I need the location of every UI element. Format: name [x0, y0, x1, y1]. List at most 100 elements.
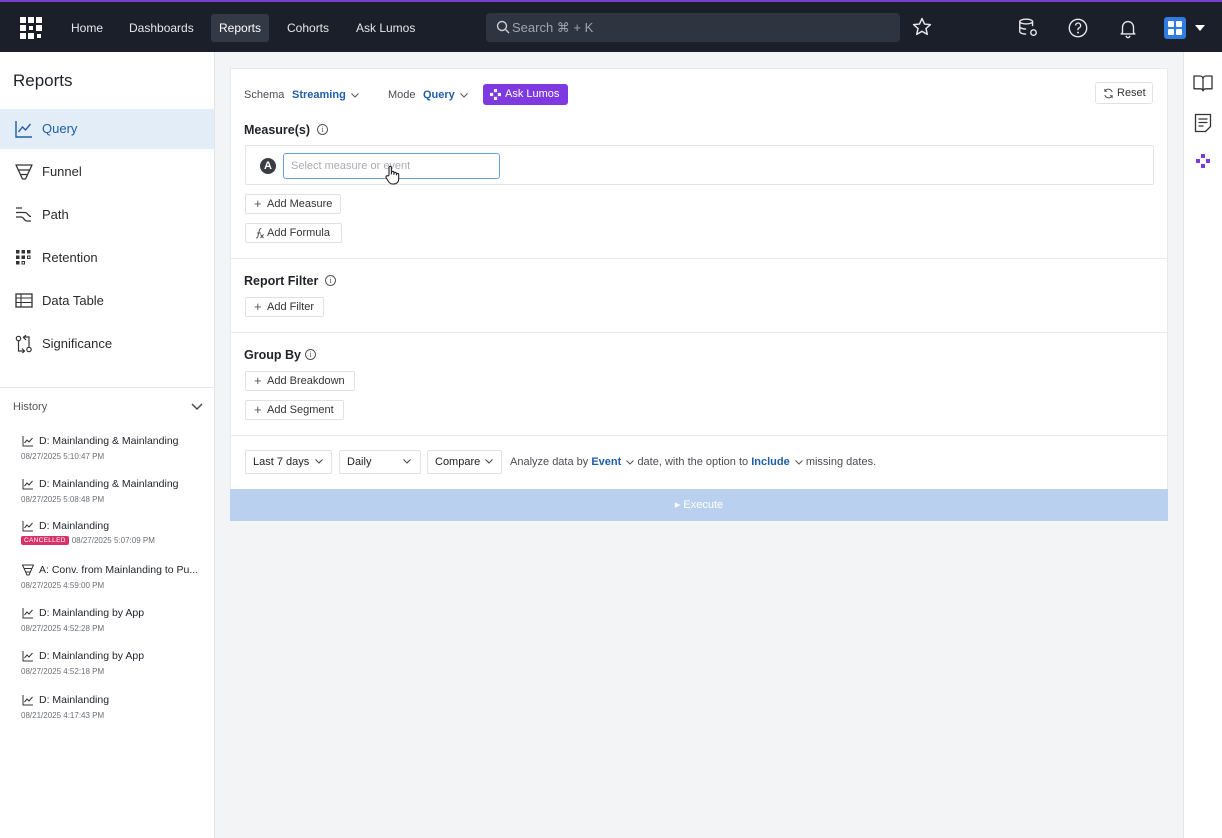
- add-formula-button[interactable]: Add Formula: [245, 223, 342, 243]
- add-breakdown-label: Add Breakdown: [267, 375, 345, 387]
- query-builder-card: Schema Streaming Mode Query Ask Lumos Re…: [230, 68, 1168, 521]
- reports-sidebar: Reports Query Funnel Path Retention Data…: [0, 52, 215, 838]
- notes-icon[interactable]: [1194, 113, 1212, 133]
- lumos-sparkle-icon[interactable]: [1196, 154, 1210, 168]
- sidebar-item-path[interactable]: Path: [0, 195, 214, 235]
- add-breakdown-button[interactable]: + Add Breakdown: [245, 371, 355, 391]
- ask-lumos-button[interactable]: Ask Lumos: [483, 84, 568, 105]
- sidebar-item-retention[interactable]: Retention: [0, 238, 214, 278]
- missing-option-value: Include: [751, 456, 790, 468]
- sidebar-item-data-table[interactable]: Data Table: [0, 281, 214, 321]
- sidebar-item-label: Path: [42, 207, 69, 222]
- line-chart-icon: [15, 121, 32, 138]
- sidebar-title: Reports: [13, 71, 73, 90]
- chevron-down-icon: [459, 92, 468, 98]
- history-heading: History: [13, 401, 48, 413]
- history-item-title: D: Mainlanding & Mainlanding: [39, 478, 179, 490]
- nav-home[interactable]: Home: [63, 14, 111, 42]
- add-segment-button[interactable]: + Add Segment: [245, 400, 344, 420]
- book-open-icon[interactable]: [1193, 74, 1213, 92]
- line-chart-icon: [22, 651, 33, 662]
- history-item-date: 08/27/2025 5:07:09 PM: [71, 536, 155, 545]
- execute-button[interactable]: ▸ Execute: [230, 489, 1168, 521]
- history-item[interactable]: D: Mainlanding & Mainlanding 08/27/2025 …: [0, 478, 214, 518]
- line-chart-icon: [22, 521, 33, 532]
- star-icon[interactable]: [911, 16, 933, 38]
- schema-value: Streaming: [292, 89, 346, 101]
- sentence-part-2: date, with the option to: [637, 456, 749, 468]
- line-chart-icon: [22, 695, 33, 706]
- reset-button[interactable]: Reset: [1095, 82, 1153, 104]
- app-switcher-button[interactable]: [1164, 17, 1186, 39]
- history-item-date: 08/27/2025 4:52:18 PM: [21, 667, 105, 676]
- analyze-by-value: Event: [591, 456, 622, 468]
- analyze-by-select[interactable]: Event: [591, 456, 635, 468]
- nav-reports[interactable]: Reports: [211, 14, 270, 42]
- add-measure-button[interactable]: + Add Measure: [245, 194, 341, 214]
- compare-value: Compare: [435, 456, 481, 468]
- nav-ask-lumos[interactable]: Ask Lumos: [348, 14, 423, 42]
- database-settings-icon[interactable]: [1017, 17, 1039, 39]
- plus-icon: +: [254, 373, 262, 388]
- chevron-down-icon: [626, 459, 635, 465]
- group-by-heading: Group By: [244, 348, 301, 362]
- add-filter-button[interactable]: + Add Filter: [245, 297, 324, 317]
- chevron-down-icon: [315, 459, 323, 464]
- app-logo-icon[interactable]: [20, 17, 42, 39]
- history-item-date: 08/27/2025 4:59:00 PM: [21, 581, 105, 590]
- info-icon[interactable]: i: [325, 275, 336, 286]
- history-item[interactable]: D: Mainlanding CANCELLED 08/27/2025 5:07:…: [0, 520, 214, 560]
- formula-icon: [255, 228, 264, 239]
- add-filter-label: Add Filter: [267, 301, 315, 313]
- history-item-date: 08/21/2025 4:17:43 PM: [21, 711, 105, 720]
- measure-letter-badge: A: [260, 158, 276, 174]
- cancelled-badge: CANCELLED: [21, 536, 69, 545]
- info-icon[interactable]: i: [317, 124, 328, 135]
- info-icon[interactable]: i: [305, 349, 316, 360]
- chevron-down-icon[interactable]: [191, 403, 203, 411]
- history-item[interactable]: A: Conv. from Mainlanding to Pu... 08/27…: [0, 564, 214, 604]
- history-item[interactable]: D: Mainlanding & Mainlanding 08/27/2025 …: [0, 435, 214, 475]
- help-icon[interactable]: [1067, 17, 1089, 39]
- history-item-title: D: Mainlanding & Mainlanding: [39, 435, 179, 447]
- sidebar-item-funnel[interactable]: Funnel: [0, 152, 214, 192]
- sentence-part-3: missing dates.: [805, 456, 877, 468]
- date-range-select[interactable]: Last 7 days: [245, 450, 332, 474]
- chevron-down-icon: [350, 92, 359, 98]
- history-item-title: A: Conv. from Mainlanding to Pu...: [39, 564, 199, 576]
- sidebar-item-significance[interactable]: Significance: [0, 324, 214, 364]
- plus-icon: +: [254, 196, 262, 211]
- add-measure-label: Add Measure: [267, 198, 333, 210]
- sidebar-item-query[interactable]: Query: [0, 109, 214, 149]
- history-item[interactable]: D: Mainlanding by App 08/27/2025 4:52:18…: [0, 650, 214, 690]
- history-item[interactable]: D: Mainlanding by App 08/27/2025 4:52:28…: [0, 607, 214, 647]
- path-icon: [16, 207, 32, 222]
- hand-pointer-cursor-icon: [385, 165, 400, 185]
- schema-select[interactable]: Streaming: [292, 89, 359, 101]
- nav-dashboards[interactable]: Dashboards: [121, 14, 202, 42]
- sidebar-item-label: Funnel: [42, 164, 82, 179]
- chevron-down-icon[interactable]: [1195, 25, 1205, 31]
- refresh-icon: [1104, 88, 1113, 99]
- notifications-bell-icon[interactable]: [1117, 17, 1139, 39]
- history-item[interactable]: D: Mainlanding 08/21/2025 4:17:43 PM: [0, 694, 214, 734]
- table-icon: [15, 293, 33, 308]
- measure-row: A: [245, 145, 1154, 185]
- sidebar-item-label: Query: [42, 121, 78, 136]
- plus-icon: +: [254, 402, 262, 417]
- chevron-down-icon: [403, 459, 411, 464]
- granularity-select[interactable]: Daily: [339, 450, 421, 474]
- nav-cohorts[interactable]: Cohorts: [279, 14, 337, 42]
- lumos-sparkle-icon: [490, 89, 501, 100]
- add-formula-label: Add Formula: [267, 227, 330, 239]
- line-chart-icon: [22, 608, 33, 619]
- history-item-title: D: Mainlanding: [39, 694, 110, 706]
- mode-select[interactable]: Query: [423, 89, 468, 101]
- sidebar-item-label: Retention: [42, 250, 98, 265]
- missing-dates-select[interactable]: Include: [751, 456, 803, 468]
- compare-select[interactable]: Compare: [427, 450, 502, 474]
- search-input[interactable]: Search ⌘ + K: [486, 13, 900, 42]
- sidebar-item-label: Data Table: [42, 293, 104, 308]
- plus-icon: +: [254, 299, 262, 314]
- retention-grid-icon: [16, 250, 31, 265]
